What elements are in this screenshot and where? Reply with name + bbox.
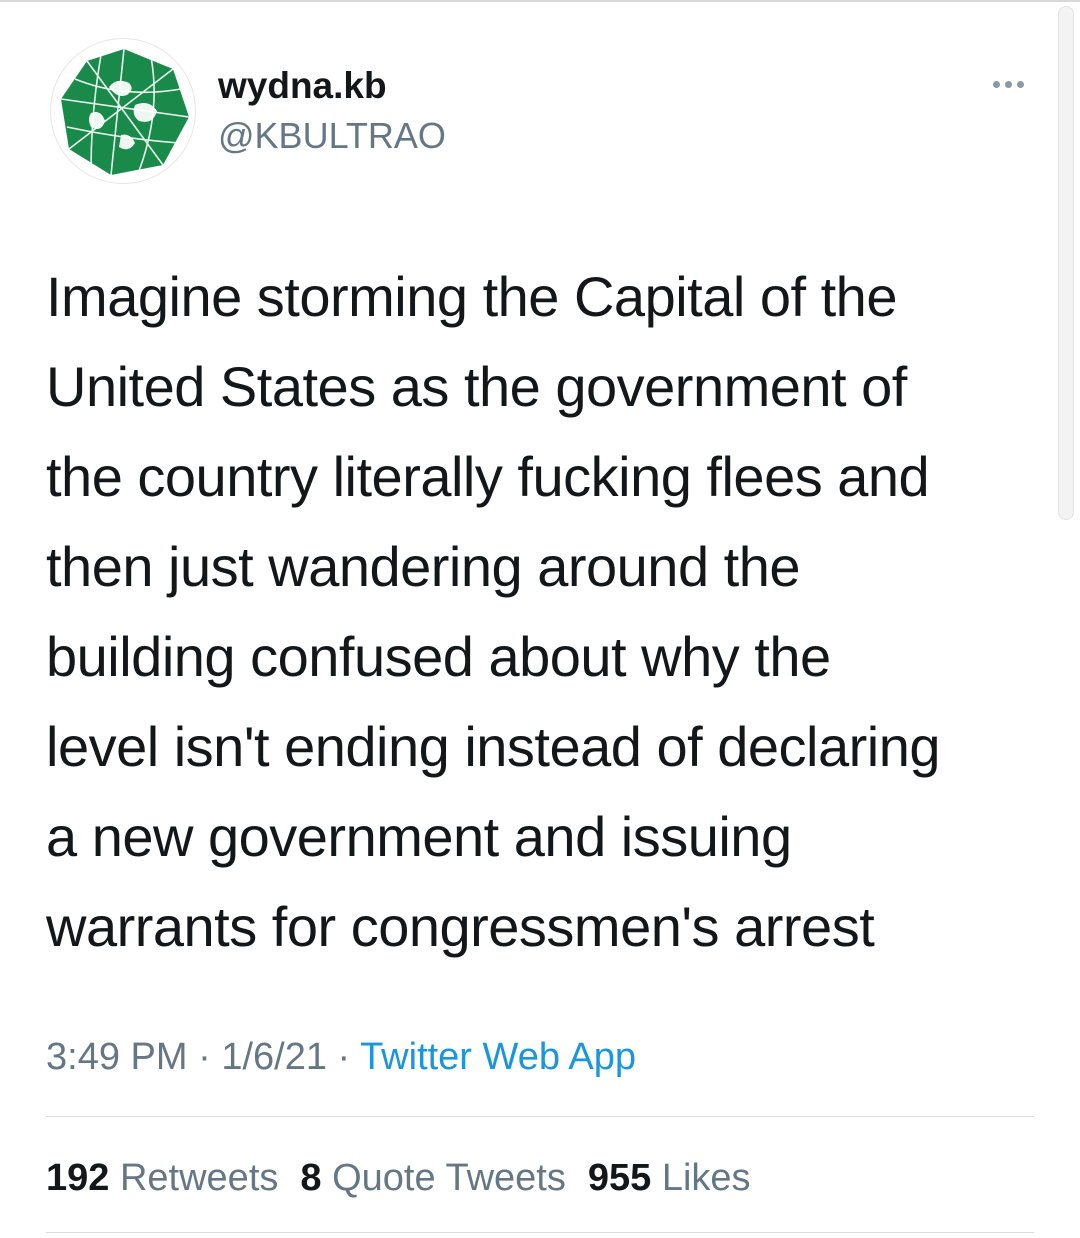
divider bbox=[46, 1116, 1034, 1117]
more-dot bbox=[1004, 80, 1012, 88]
retweets-stat[interactable]: 192 Retweets bbox=[46, 1157, 278, 1199]
tweet-stats: 192 Retweets 8 Quote Tweets 955 Likes bbox=[46, 1155, 773, 1201]
user-handle[interactable]: @KBULTRAO bbox=[218, 116, 446, 156]
more-dot bbox=[1016, 80, 1024, 88]
tweet-meta: 3:49 PM · 1/6/21 · Twitter Web App bbox=[46, 1034, 636, 1080]
meta-separator: · bbox=[337, 1036, 351, 1078]
retweets-label: Retweets bbox=[119, 1157, 279, 1199]
ellipsis-icon[interactable] bbox=[984, 70, 1032, 98]
meta-separator: · bbox=[198, 1036, 211, 1078]
likes-label: Likes bbox=[661, 1157, 751, 1199]
top-border bbox=[0, 0, 1080, 2]
quote-tweets-count: 8 bbox=[300, 1157, 322, 1199]
likes-stat[interactable]: 955 Likes bbox=[588, 1157, 751, 1199]
tweet-date[interactable]: 1/6/21 bbox=[221, 1036, 327, 1078]
divider bbox=[46, 1232, 1034, 1233]
retweets-count: 192 bbox=[46, 1157, 110, 1199]
more-dot bbox=[992, 80, 1000, 88]
likes-count: 955 bbox=[587, 1157, 652, 1199]
scrollbar[interactable] bbox=[1058, 6, 1074, 520]
tweet-time[interactable]: 3:49 PM bbox=[46, 1036, 188, 1078]
quote-tweets-stat[interactable]: 8 Quote Tweets bbox=[300, 1157, 565, 1199]
globe-map-avatar-icon bbox=[60, 48, 190, 176]
quote-tweets-label: Quote Tweets bbox=[332, 1157, 566, 1199]
avatar[interactable] bbox=[50, 38, 196, 184]
tweet-text: Imagine storming the Capital of the Unit… bbox=[46, 265, 941, 958]
display-name[interactable]: wydna.kb bbox=[218, 66, 387, 106]
tweet-source-link[interactable]: Twitter Web App bbox=[360, 1036, 636, 1078]
